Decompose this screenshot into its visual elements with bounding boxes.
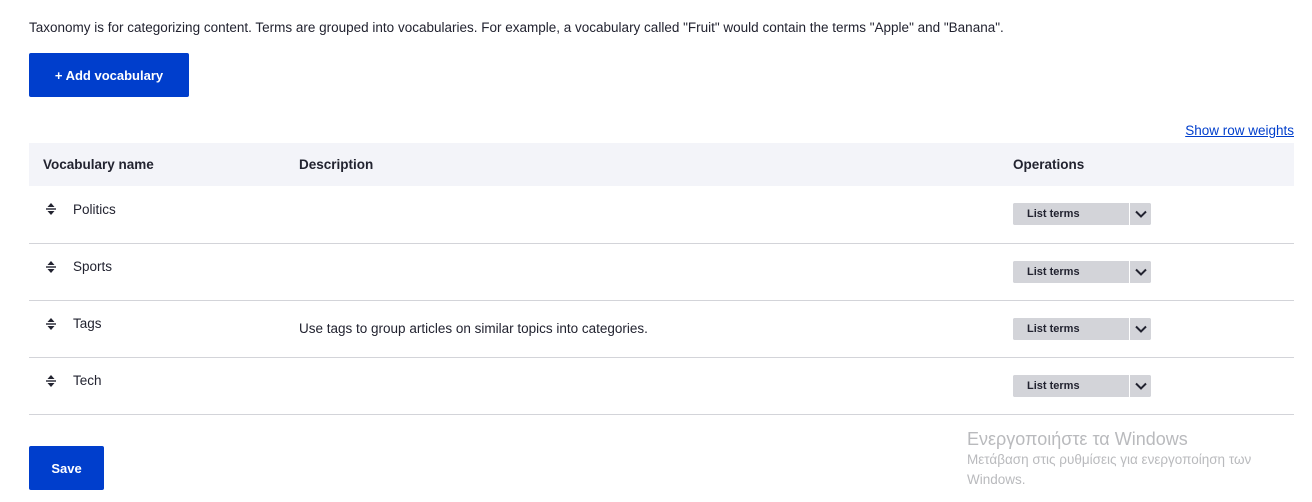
- list-terms-button[interactable]: List terms: [1013, 374, 1129, 397]
- operations-dropbutton: List terms: [1013, 260, 1151, 283]
- drag-handle-icon[interactable]: [43, 373, 59, 389]
- table-row: Tech List terms: [29, 357, 1294, 414]
- vocabulary-name: Tags: [73, 316, 102, 331]
- operations-cell: List terms: [1013, 186, 1294, 243]
- vocabulary-table: Vocabulary name Description Operations P…: [29, 143, 1294, 415]
- list-terms-button[interactable]: List terms: [1013, 260, 1129, 283]
- operations-cell: List terms: [1013, 300, 1294, 357]
- description-cell: [299, 243, 1013, 300]
- operations-dropbutton: List terms: [1013, 203, 1151, 226]
- vocabulary-name: Politics: [73, 201, 116, 217]
- chevron-down-icon[interactable]: [1129, 260, 1151, 283]
- chevron-down-icon[interactable]: [1129, 203, 1151, 226]
- drag-handle-icon[interactable]: [43, 201, 59, 217]
- list-terms-button[interactable]: List terms: [1013, 317, 1129, 340]
- table-row: Tags Use tags to group articles on simil…: [29, 300, 1294, 357]
- drag-handle-icon[interactable]: [43, 316, 59, 332]
- header-description: Description: [299, 157, 374, 172]
- header-operations: Operations: [1013, 157, 1085, 172]
- name-cell: Politics: [29, 186, 299, 243]
- watermark-line2: Windows.: [967, 472, 1026, 487]
- header-vocabulary-name: Vocabulary name: [43, 157, 154, 172]
- description-cell: Use tags to group articles on similar to…: [299, 321, 648, 336]
- show-row-weights-link[interactable]: Show row weights: [1185, 123, 1294, 138]
- add-vocabulary-button[interactable]: + Add vocabulary: [29, 53, 189, 97]
- vocabulary-name: Tech: [73, 373, 102, 388]
- list-terms-button[interactable]: List terms: [1013, 203, 1129, 226]
- operations-cell: List terms: [1013, 243, 1294, 300]
- watermark-line1: Μετάβαση στις ρυθμίσεις για ενεργοποίηση…: [967, 452, 1252, 467]
- name-cell: Tags: [29, 300, 299, 357]
- operations-dropbutton: List terms: [1013, 317, 1151, 340]
- name-cell: Sports: [29, 243, 299, 300]
- windows-activation-watermark: Ενεργοποιήστε τα Windows Μετάβαση στις ρ…: [967, 428, 1251, 490]
- description-cell: [299, 186, 1013, 243]
- description-cell: [299, 357, 1013, 414]
- name-cell: Tech: [29, 357, 299, 414]
- vocabulary-name: Sports: [73, 259, 113, 274]
- operations-dropbutton: List terms: [1013, 374, 1151, 397]
- table-header-row: Vocabulary name Description Operations: [29, 143, 1294, 186]
- table-row: Politics List terms: [29, 186, 1294, 243]
- chevron-down-icon[interactable]: [1129, 317, 1151, 340]
- operations-cell: List terms: [1013, 357, 1294, 414]
- save-button[interactable]: Save: [29, 446, 104, 490]
- watermark-title: Ενεργοποιήστε τα Windows: [967, 429, 1188, 449]
- taxonomy-page: Taxonomy is for categorizing content. Te…: [0, 0, 1312, 502]
- intro-text: Taxonomy is for categorizing content. Te…: [29, 20, 1004, 35]
- table-row: Sports List terms: [29, 243, 1294, 300]
- chevron-down-icon[interactable]: [1129, 374, 1151, 397]
- drag-handle-icon[interactable]: [43, 259, 59, 275]
